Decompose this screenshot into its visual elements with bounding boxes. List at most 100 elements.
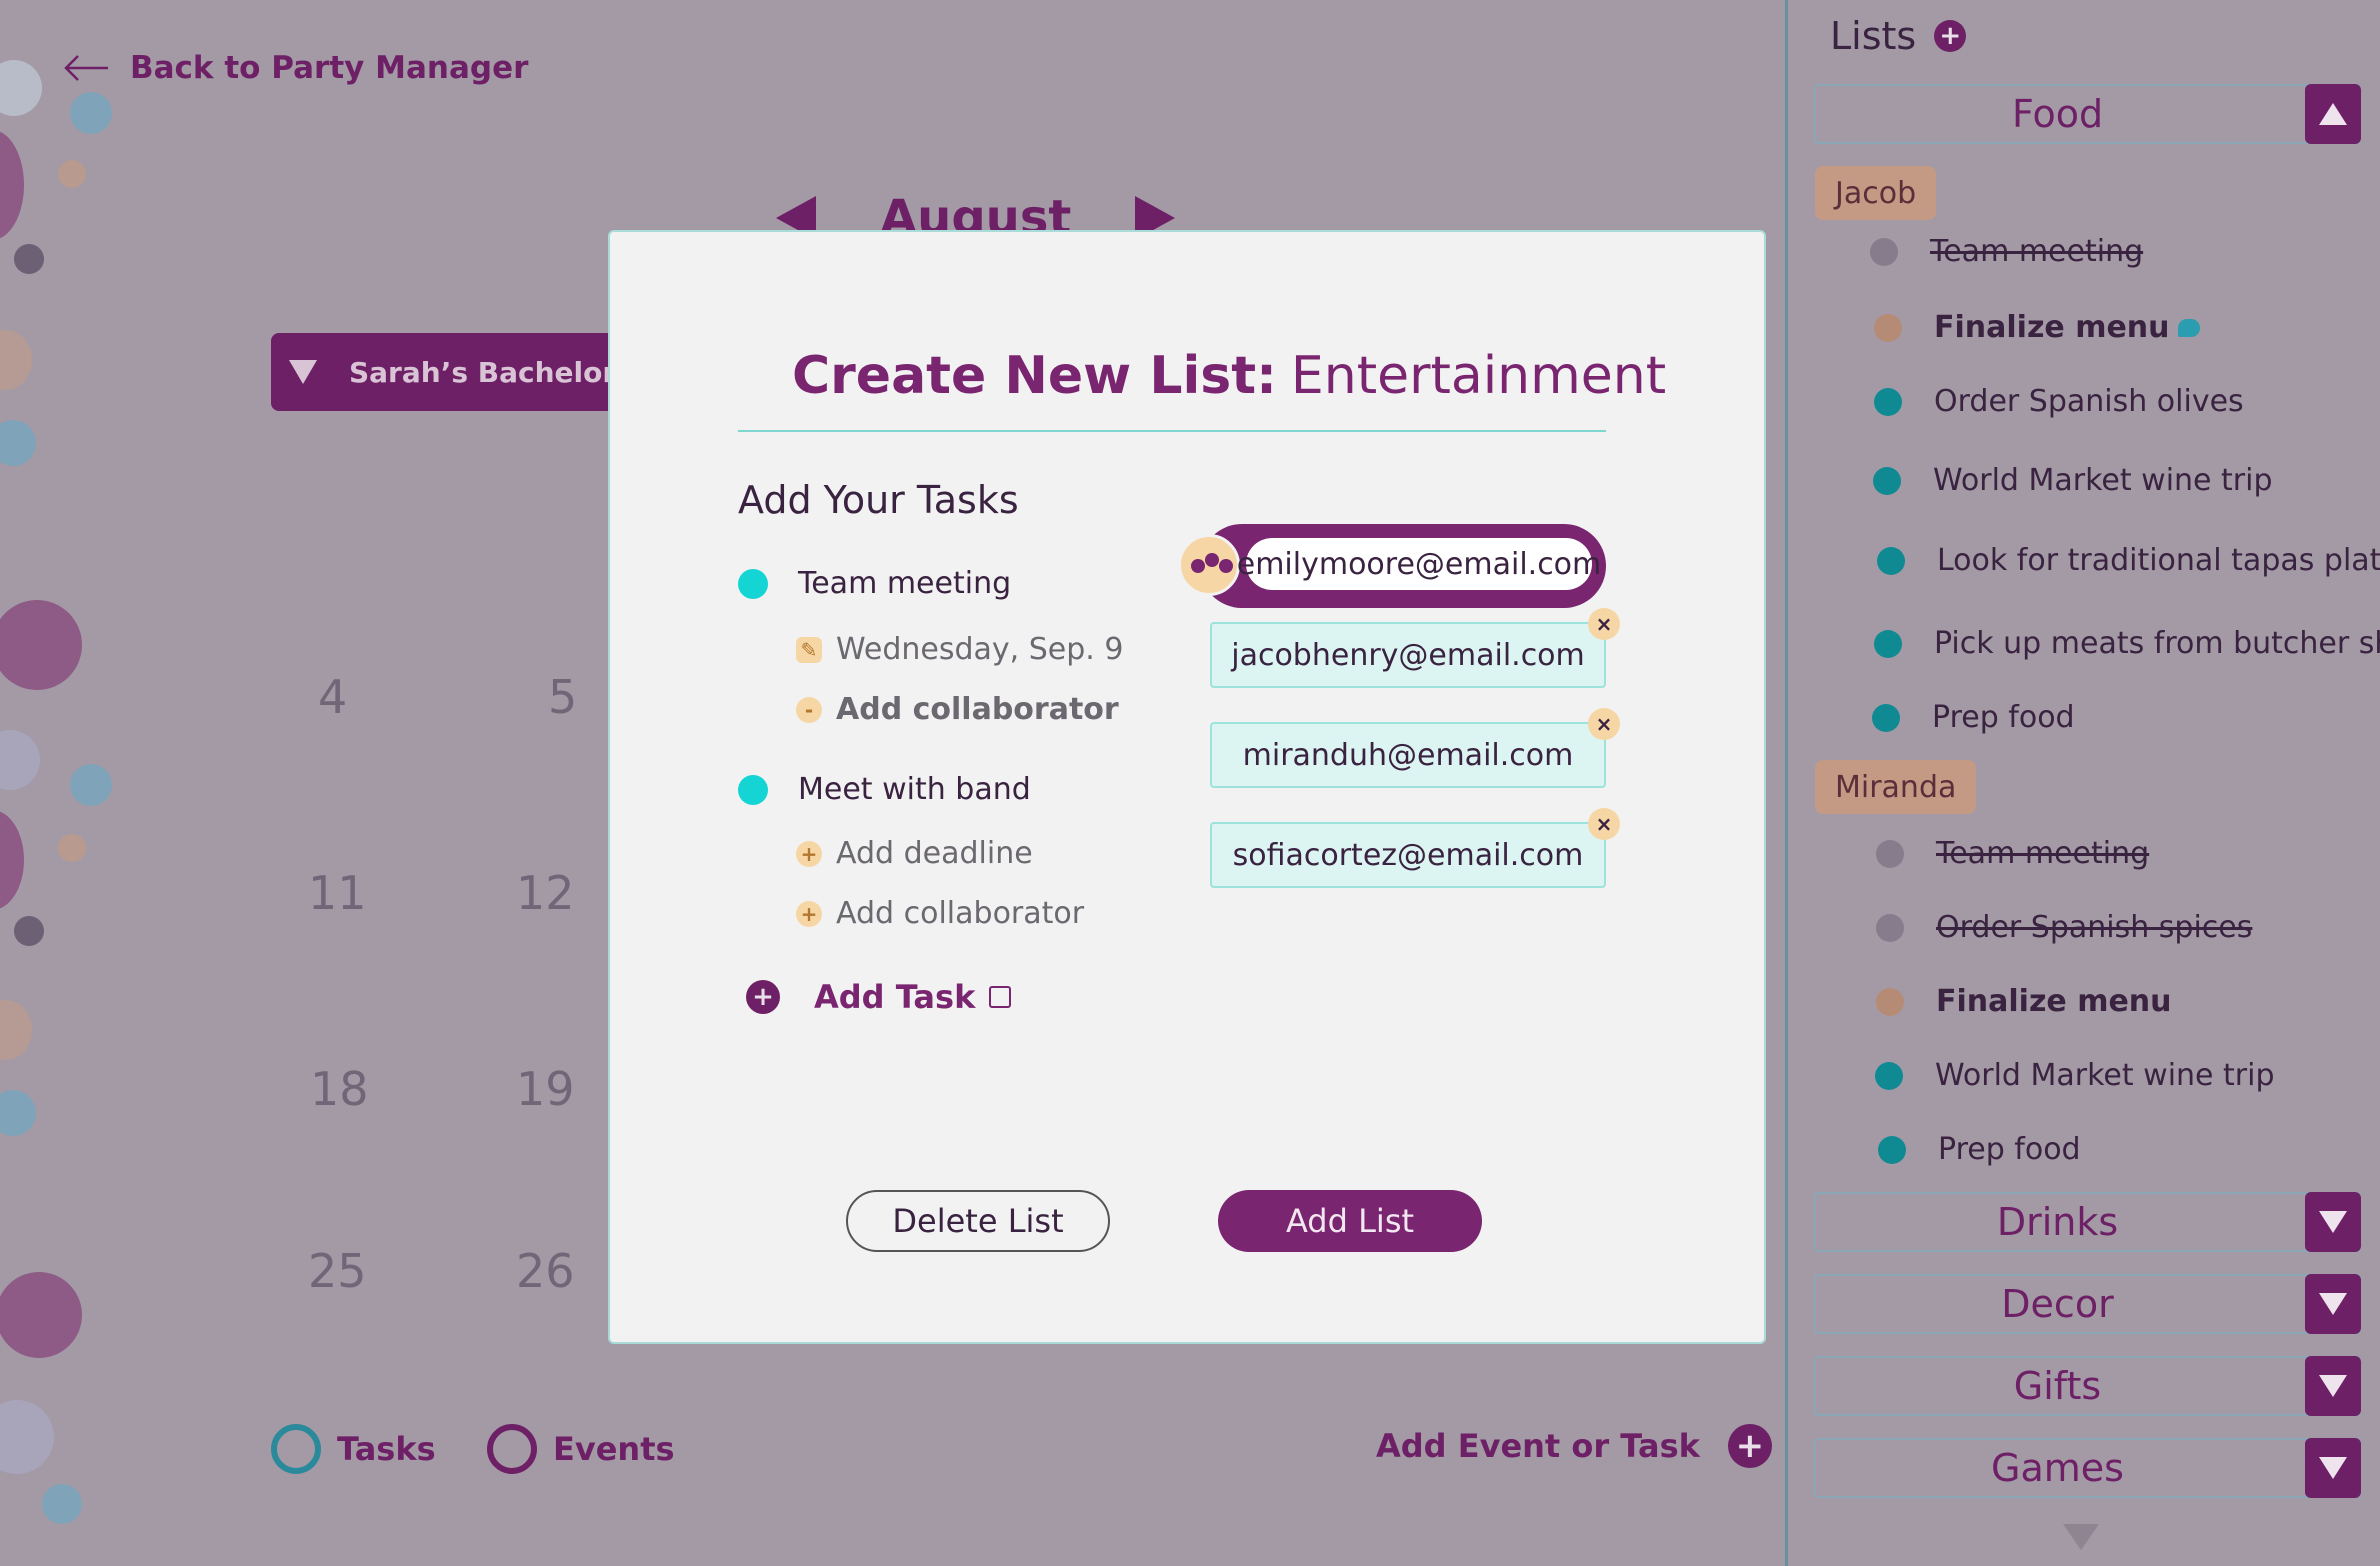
list-item[interactable]: World Market wine trip (1875, 1058, 2275, 1093)
create-list-modal: Create New List: Entertainment Add Your T… (608, 230, 1766, 1344)
status-dot (1874, 313, 1902, 342)
status-dot (1870, 237, 1898, 266)
legend-tasks-label: Tasks (337, 1430, 436, 1468)
decor-bubble (0, 600, 82, 690)
task-item[interactable]: Meet with band (738, 772, 1031, 807)
item-label: Team meeting (1930, 234, 2144, 269)
chevron-down-icon (2319, 1375, 2347, 1397)
section-label: Add Your Tasks (738, 478, 1019, 522)
list-item[interactable]: Order Spanish spices (1876, 910, 2253, 945)
legend-events-label: Events (553, 1430, 675, 1468)
chevron-up-icon (2319, 103, 2347, 125)
list-item[interactable]: Team meeting (1870, 234, 2144, 269)
collaborator-email: sofiacortez@email.com (1232, 837, 1584, 873)
delete-list-button[interactable]: Delete List (846, 1190, 1110, 1252)
chevron-down-icon (2319, 1293, 2347, 1315)
add-event-or-task-button[interactable]: Add Event or Task + (1376, 1424, 1772, 1468)
list-header-decor[interactable]: Decor (1814, 1274, 2361, 1334)
chevron-down-icon (2319, 1457, 2347, 1479)
lists-sidebar: Lists + Food Jacob Team meeting Finalize… (1785, 0, 2380, 1566)
item-label: Pick up meats from butcher shop (1934, 626, 2380, 661)
person-tag-miranda: Miranda (1815, 760, 1977, 814)
calendar-day[interactable]: 5 (548, 670, 577, 724)
list-item[interactable]: Prep food (1872, 700, 2075, 735)
collaborator-chip[interactable]: jacobhenry@email.com × (1210, 608, 1620, 688)
add-task-button[interactable]: + Add Task (746, 978, 1012, 1016)
decor-bubble (0, 130, 24, 240)
status-dot (1876, 913, 1904, 942)
remove-icon[interactable]: × (1588, 708, 1620, 740)
decor-bubble (0, 1272, 82, 1358)
expand-toggle[interactable] (2305, 1438, 2361, 1498)
add-collaborator-button[interactable]: + Add collaborator (796, 896, 1084, 931)
list-title: Decor (2001, 1282, 2114, 1326)
calendar-day[interactable]: 4 (318, 670, 347, 724)
remove-icon[interactable]: × (1588, 808, 1620, 840)
collaborator-chip[interactable]: sofiacortez@email.com × (1210, 808, 1620, 888)
task-item[interactable]: Team meeting (738, 566, 1012, 601)
list-header-gifts[interactable]: Gifts (1814, 1356, 2361, 1416)
back-to-party-manager-link[interactable]: Back to Party Manager (62, 50, 528, 86)
list-item[interactable]: World Market wine trip (1873, 463, 2273, 498)
list-item[interactable]: Finalize menu (1874, 310, 2200, 345)
list-item[interactable]: Order Spanish olives (1874, 384, 2244, 419)
decor-bubble (70, 764, 112, 806)
chevron-down-icon (2319, 1211, 2347, 1233)
add-collaborator-label: Add collaborator (836, 896, 1085, 931)
collaborator-input-group: emilymoore@email.com (1178, 524, 1606, 608)
task-name: Team meeting (798, 566, 1012, 601)
calendar-day[interactable]: 18 (310, 1062, 369, 1116)
collaborator-email-input[interactable]: emilymoore@email.com (1237, 538, 1601, 590)
party-name: Sarah’s Bachelorett (349, 355, 631, 389)
divider (738, 430, 1606, 432)
expand-toggle[interactable] (2305, 1192, 2361, 1252)
status-dot (1878, 1135, 1906, 1164)
calendar-day[interactable]: 11 (308, 866, 367, 920)
decor-bubble (0, 1400, 54, 1474)
list-header-food[interactable]: Food (1814, 84, 2361, 144)
calendar-day[interactable]: 12 (516, 866, 575, 920)
decor-bubble (58, 834, 86, 862)
list-item[interactable]: Prep food (1878, 1132, 2081, 1167)
list-title: Gifts (2013, 1364, 2102, 1408)
add-list-button[interactable]: Add List (1218, 1190, 1482, 1252)
list-item[interactable]: Look for traditional tapas plates (1877, 543, 2380, 578)
list-item[interactable]: Finalize menu (1876, 984, 2172, 1019)
item-label: Prep food (1938, 1132, 2081, 1167)
add-deadline-button[interactable]: + Add deadline (796, 836, 1033, 871)
item-label: Finalize menu (1934, 310, 2170, 345)
expand-toggle[interactable] (2305, 1356, 2361, 1416)
add-list-icon[interactable]: + (1934, 20, 1967, 52)
list-item[interactable]: Pick up meats from butcher shop (1874, 626, 2380, 661)
remove-icon[interactable]: × (1588, 608, 1620, 640)
new-list-name[interactable]: Entertainment (1291, 346, 1666, 406)
add-task-label: Add Task (814, 978, 976, 1016)
legend-events[interactable]: Events (487, 1424, 675, 1474)
plus-icon: + (796, 900, 822, 927)
comment-icon[interactable] (2177, 318, 2200, 337)
expand-toggle[interactable] (2305, 1274, 2361, 1334)
calendar-day[interactable]: 25 (308, 1244, 367, 1298)
list-title: Games (1991, 1446, 2124, 1490)
decor-bubble (0, 420, 36, 466)
status-dot (1874, 387, 1902, 416)
item-label: Team meeting (1936, 836, 2150, 871)
collapse-toggle[interactable] (2305, 84, 2361, 144)
legend-tasks[interactable]: Tasks (271, 1424, 436, 1474)
task-date[interactable]: ✎ Wednesday, Sep. 9 (796, 632, 1123, 667)
task-date-label: Wednesday, Sep. 9 (836, 632, 1124, 667)
item-label: Order Spanish olives (1934, 384, 2244, 419)
edit-icon: ✎ (796, 636, 822, 663)
list-item[interactable]: Team meeting (1876, 836, 2150, 871)
collaborator-chip[interactable]: miranduh@email.com × (1210, 708, 1620, 788)
list-header-drinks[interactable]: Drinks (1814, 1192, 2361, 1252)
calendar-day[interactable]: 19 (516, 1062, 575, 1116)
party-select-dropdown[interactable]: Sarah’s Bachelorett (271, 333, 631, 411)
decor-bubble (0, 1090, 36, 1136)
add-collaborator-button[interactable]: - Add collaborator (796, 692, 1119, 727)
item-label: Order Spanish spices (1936, 910, 2253, 945)
calendar-day[interactable]: 26 (516, 1244, 575, 1298)
status-dot (1877, 546, 1905, 575)
list-header-games[interactable]: Games (1814, 1438, 2361, 1498)
scroll-down-icon[interactable] (2063, 1524, 2099, 1550)
